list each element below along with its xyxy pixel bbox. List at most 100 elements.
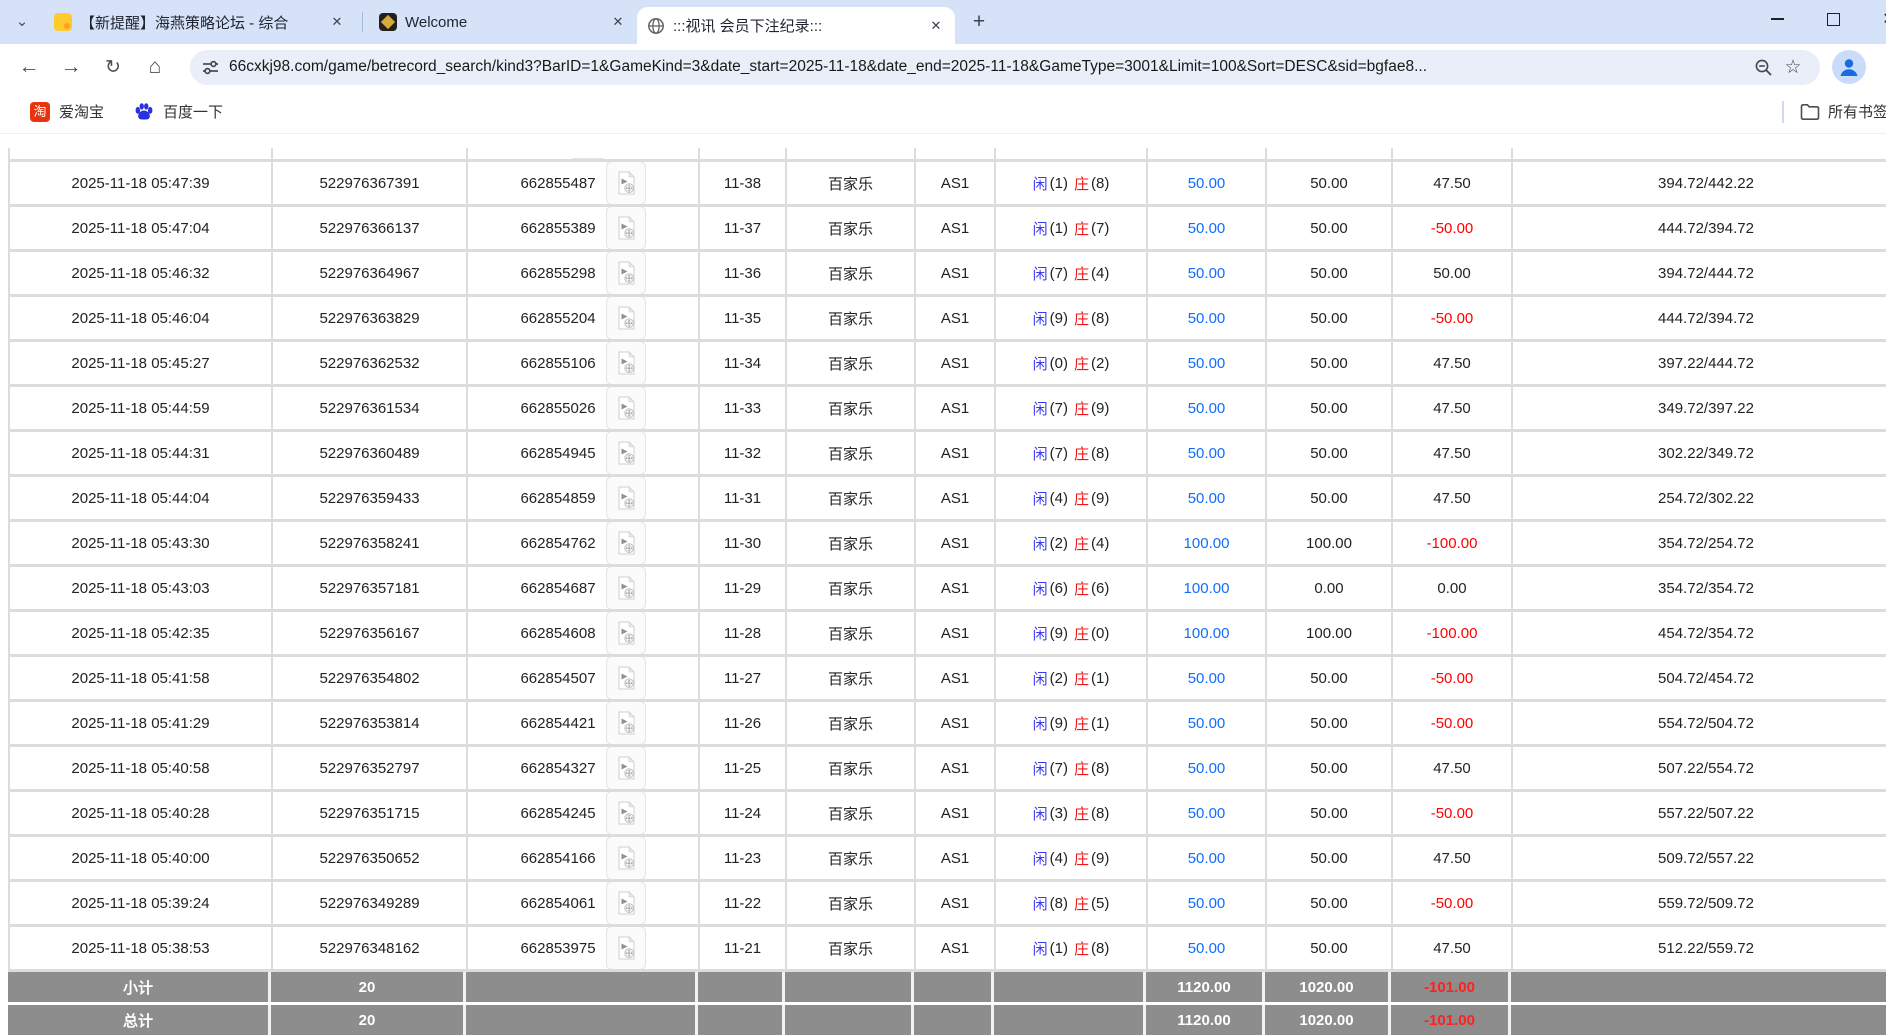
bet-time: 2025-11-18 05:39:24 bbox=[10, 882, 273, 924]
win-loss: 47.50 bbox=[1393, 477, 1513, 519]
win-loss: -50.00 bbox=[1393, 207, 1513, 249]
video-replay-icon[interactable] bbox=[605, 162, 646, 204]
table-code: AS1 bbox=[916, 297, 996, 339]
all-bookmarks[interactable]: 所有书签 bbox=[1782, 100, 1886, 123]
minimize-button[interactable] bbox=[1760, 4, 1794, 34]
table-row: 2025-11-18 05:42:35 522976356167 6628546… bbox=[8, 612, 1886, 657]
forward-button[interactable]: → bbox=[50, 48, 92, 86]
table-code: AS1 bbox=[916, 657, 996, 699]
bet-time: 2025-11-18 05:46:32 bbox=[10, 252, 273, 294]
home-button[interactable]: ⌂ bbox=[134, 48, 176, 86]
bet-time: 2025-11-18 05:40:00 bbox=[10, 837, 273, 879]
valid-amount: 50.00 bbox=[1267, 387, 1393, 429]
bet-id: 522976366137 bbox=[273, 207, 468, 249]
table-code: AS1 bbox=[916, 837, 996, 879]
balance: 394.72/444.72 bbox=[1513, 252, 1886, 294]
video-replay-icon[interactable] bbox=[605, 657, 646, 699]
bet-amount: 50.00 bbox=[1148, 342, 1267, 384]
bet-id: 522976359433 bbox=[273, 477, 468, 519]
video-replay-icon[interactable] bbox=[605, 747, 646, 789]
video-replay-icon[interactable] bbox=[605, 252, 646, 294]
video-replay-icon[interactable] bbox=[605, 297, 646, 339]
tab-forum[interactable]: 【新提醒】海燕策略论坛 - 综合 ✕ bbox=[44, 5, 356, 39]
win-loss: 0.00 bbox=[1393, 567, 1513, 609]
round-number: 11-23 bbox=[700, 837, 787, 879]
bookmark-star-icon[interactable]: ☆ bbox=[1778, 52, 1808, 82]
player-label: 闲 bbox=[1032, 220, 1048, 238]
game-name: 百家乐 bbox=[787, 702, 916, 744]
video-replay-icon[interactable] bbox=[605, 702, 646, 744]
video-replay-icon[interactable] bbox=[605, 342, 646, 384]
game-id: 662854945 bbox=[468, 432, 700, 474]
bet-time: 2025-11-18 05:44:31 bbox=[10, 432, 273, 474]
close-window-button[interactable]: ✕ bbox=[1872, 4, 1886, 34]
tab-search-chevron-icon[interactable]: ⌄ bbox=[8, 8, 36, 36]
table-code: AS1 bbox=[916, 207, 996, 249]
bet-id: 522976362532 bbox=[273, 342, 468, 384]
video-replay-icon[interactable] bbox=[605, 927, 646, 969]
table-code: AS1 bbox=[916, 567, 996, 609]
site-info-icon[interactable] bbox=[202, 59, 219, 76]
banker-label: 庄 bbox=[1074, 265, 1090, 283]
url-text[interactable]: 66cxkj98.com/game/betrecord_search/kind3… bbox=[229, 58, 1748, 76]
subtotal-count: 20 bbox=[271, 972, 466, 1002]
bookmark-taobao[interactable]: 淘 爱淘宝 bbox=[30, 101, 104, 122]
close-tab-icon[interactable]: ✕ bbox=[328, 13, 346, 31]
valid-amount: 50.00 bbox=[1267, 252, 1393, 294]
video-replay-icon[interactable] bbox=[605, 567, 646, 609]
banker-label: 庄 bbox=[1074, 445, 1090, 463]
bet-id: 522976364967 bbox=[273, 252, 468, 294]
close-tab-icon[interactable]: ✕ bbox=[927, 17, 945, 35]
bet-amount: 50.00 bbox=[1148, 927, 1267, 969]
video-replay-icon[interactable] bbox=[605, 207, 646, 249]
bet-amount: 100.00 bbox=[1148, 612, 1267, 654]
bet-time: 2025-11-18 05:40:28 bbox=[10, 792, 273, 834]
banker-label: 庄 bbox=[1074, 850, 1090, 868]
video-replay-icon[interactable] bbox=[605, 522, 646, 564]
reload-button[interactable]: ↻ bbox=[92, 48, 134, 86]
table-row: 2025-11-18 05:47:39 522976367391 6628554… bbox=[8, 162, 1886, 207]
profile-avatar[interactable] bbox=[1832, 50, 1866, 84]
video-replay-icon[interactable] bbox=[605, 792, 646, 834]
table-code: AS1 bbox=[916, 432, 996, 474]
restore-button[interactable] bbox=[1816, 4, 1850, 34]
zoom-out-icon[interactable] bbox=[1748, 52, 1778, 82]
win-loss: -50.00 bbox=[1393, 882, 1513, 924]
tab-title: :::视讯 会员下注纪录::: bbox=[673, 18, 823, 35]
valid-amount: 50.00 bbox=[1267, 162, 1393, 204]
video-replay-icon[interactable] bbox=[605, 882, 646, 924]
tab-welcome[interactable]: Welcome ✕ bbox=[369, 5, 637, 39]
bookmark-baidu[interactable]: 百度一下 bbox=[134, 101, 223, 122]
tab-bet-record-active[interactable]: :::视讯 会员下注纪录::: ✕ bbox=[637, 7, 955, 44]
game-id: 662854507 bbox=[468, 657, 700, 699]
video-replay-icon[interactable] bbox=[605, 387, 646, 429]
balance: 302.22/349.72 bbox=[1513, 432, 1886, 474]
win-loss: 47.50 bbox=[1393, 387, 1513, 429]
player-label: 闲 bbox=[1032, 490, 1048, 508]
page-content: 2025-11-18 05:47:39 522976367391 6628554… bbox=[0, 134, 1886, 1036]
video-replay-icon[interactable] bbox=[605, 477, 646, 519]
balance: 557.22/507.22 bbox=[1513, 792, 1886, 834]
balance: 354.72/254.72 bbox=[1513, 522, 1886, 564]
banker-label: 庄 bbox=[1074, 580, 1090, 598]
bet-time: 2025-11-18 05:44:59 bbox=[10, 387, 273, 429]
bet-id: 522976348162 bbox=[273, 927, 468, 969]
round-number: 11-34 bbox=[700, 342, 787, 384]
video-replay-icon[interactable] bbox=[605, 837, 646, 879]
back-button[interactable]: ← bbox=[8, 48, 50, 86]
game-name: 百家乐 bbox=[787, 837, 916, 879]
bet-amount: 50.00 bbox=[1148, 207, 1267, 249]
subtotal-valid: 1020.00 bbox=[1265, 972, 1391, 1002]
video-replay-icon[interactable] bbox=[605, 612, 646, 654]
address-bar[interactable]: 66cxkj98.com/game/betrecord_search/kind3… bbox=[190, 49, 1820, 85]
valid-amount: 50.00 bbox=[1267, 927, 1393, 969]
video-replay-icon[interactable] bbox=[568, 157, 608, 159]
new-tab-button[interactable]: + bbox=[965, 8, 993, 36]
game-id: 662855487 bbox=[468, 162, 700, 204]
bet-result-cards: 闲 (1) 庄 (8) bbox=[996, 927, 1148, 969]
close-tab-icon[interactable]: ✕ bbox=[609, 13, 627, 31]
video-replay-icon[interactable] bbox=[605, 432, 646, 474]
bet-time: 2025-11-18 05:47:39 bbox=[10, 162, 273, 204]
bet-id: 522976361534 bbox=[273, 387, 468, 429]
total-label: 总计 bbox=[8, 1005, 271, 1035]
